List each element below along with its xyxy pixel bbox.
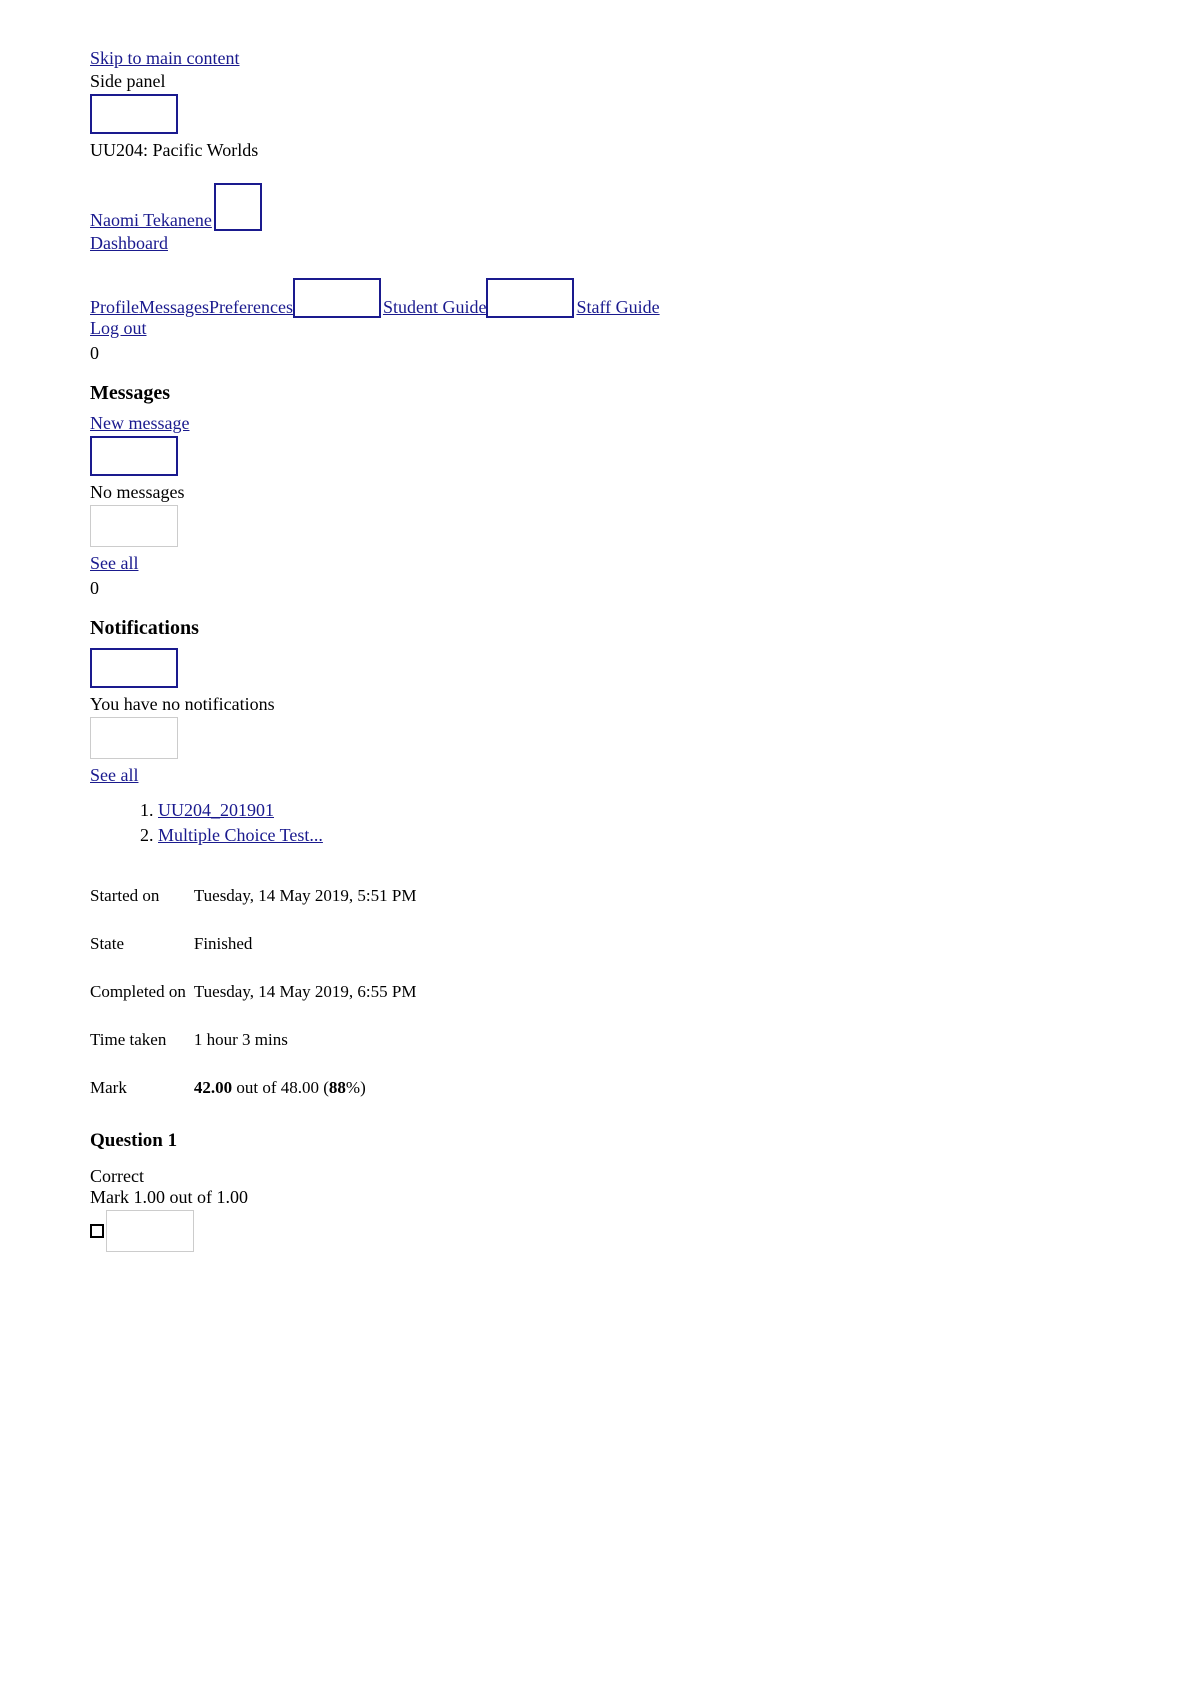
started-on-value: Tuesday, 14 May 2019, 5:51 PM xyxy=(192,872,423,920)
time-taken-label: Time taken xyxy=(90,1016,192,1064)
completed-on-value: Tuesday, 14 May 2019, 6:55 PM xyxy=(192,968,423,1016)
notifications-box[interactable] xyxy=(90,648,178,688)
question-status: Correct xyxy=(90,1166,1110,1187)
notifications-heading: Notifications xyxy=(90,617,1110,640)
completed-on-label: Completed on xyxy=(90,968,192,1016)
nav-messages[interactable]: Messages xyxy=(139,297,209,318)
breadcrumb-item-2[interactable]: Multiple Choice Test... xyxy=(158,825,323,845)
flag-question-box[interactable] xyxy=(106,1210,194,1252)
state-value: Finished xyxy=(192,920,423,968)
user-avatar-box[interactable] xyxy=(214,183,262,231)
quiz-summary-table: Started on Tuesday, 14 May 2019, 5:51 PM… xyxy=(90,872,422,1112)
logout-link[interactable]: Log out xyxy=(90,318,147,338)
user-name-link[interactable]: Naomi Tekanene xyxy=(90,210,212,231)
messages-count: 0 xyxy=(90,343,1110,364)
mark-value: 42.00 out of 48.00 (88%) xyxy=(192,1064,423,1112)
notifications-count: 0 xyxy=(90,578,1110,599)
question-heading: Question 1 xyxy=(90,1130,1110,1152)
see-all-notifications-link[interactable]: See all xyxy=(90,765,138,785)
dashboard-link[interactable]: Dashboard xyxy=(90,233,168,253)
state-label: State xyxy=(90,920,192,968)
new-message-link[interactable]: New message xyxy=(90,413,189,433)
time-taken-value: 1 hour 3 mins xyxy=(192,1016,423,1064)
side-panel-button[interactable] xyxy=(90,94,178,134)
started-on-label: Started on xyxy=(90,872,192,920)
nav-box-1[interactable] xyxy=(293,278,381,318)
new-message-box[interactable] xyxy=(90,436,178,476)
messages-loading-box xyxy=(90,505,178,547)
breadcrumb: UU204_201901 Multiple Choice Test... xyxy=(90,800,1110,846)
notifications-loading-box xyxy=(90,717,178,759)
nav-staff-guide[interactable]: Staff Guide xyxy=(576,297,659,318)
side-panel-label: Side panel xyxy=(90,71,165,91)
course-title: UU204: Pacific Worlds xyxy=(90,140,258,160)
nav-box-2[interactable] xyxy=(486,278,574,318)
no-messages-text: No messages xyxy=(90,482,184,502)
messages-heading: Messages xyxy=(90,382,1110,405)
flag-checkbox-icon[interactable] xyxy=(90,1224,104,1238)
question-mark: Mark 1.00 out of 1.00 xyxy=(90,1187,1110,1208)
nav-profile[interactable]: Profile xyxy=(90,297,139,318)
mark-label: Mark xyxy=(90,1064,192,1112)
breadcrumb-item-1[interactable]: UU204_201901 xyxy=(158,800,274,820)
no-notifications-text: You have no notifications xyxy=(90,694,275,714)
nav-preferences[interactable]: Preferences xyxy=(209,297,293,318)
nav-student-guide[interactable]: Student Guide xyxy=(383,297,487,318)
skip-link[interactable]: Skip to main content xyxy=(90,48,239,68)
see-all-messages-link[interactable]: See all xyxy=(90,553,138,573)
